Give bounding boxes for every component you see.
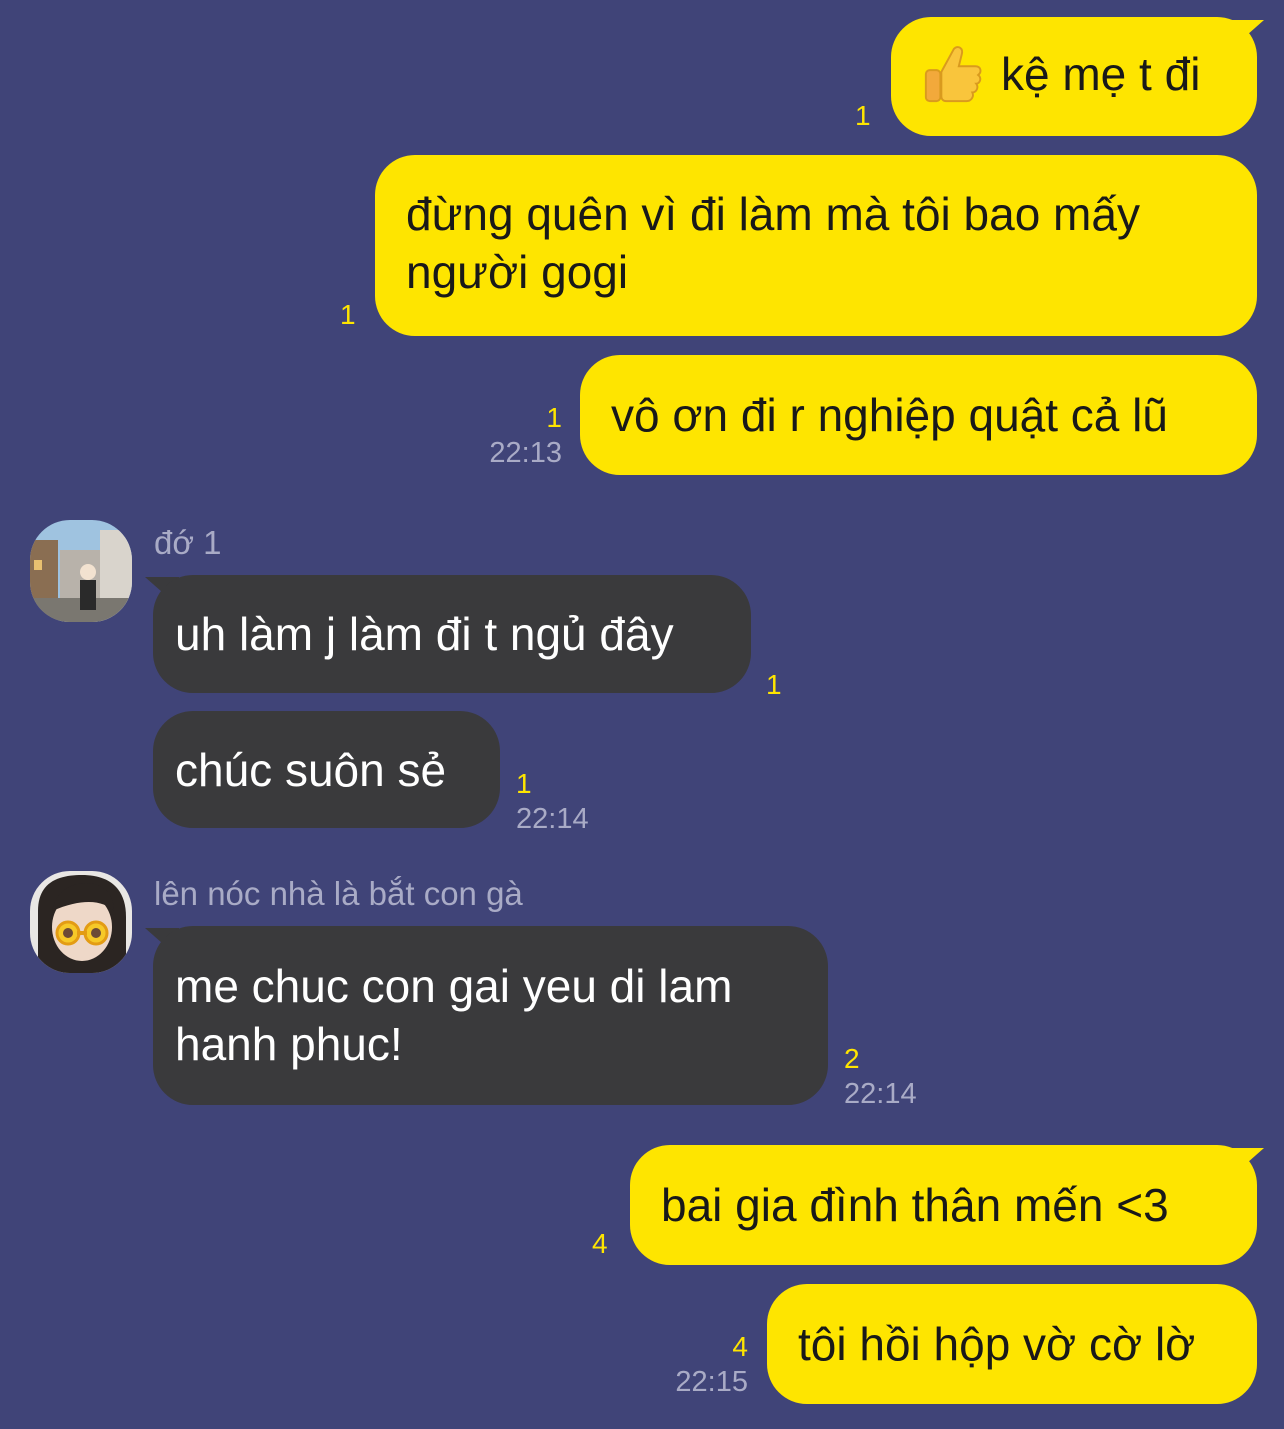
timestamp: 22:15: [675, 1366, 748, 1398]
message-text: bai gia đình thân mến <3: [661, 1179, 1169, 1231]
sender-name: lên nóc nhà là bắt con gà: [154, 875, 523, 912]
unread-count: 1: [766, 669, 782, 700]
unread-count: 4: [732, 1331, 748, 1362]
sender-name: đớ 1: [154, 524, 222, 561]
timestamp: 22:14: [516, 803, 589, 835]
message-bubble[interactable]: vô ơn đi r nghiệp quật cả lũ: [580, 355, 1257, 475]
unread-count: 2: [844, 1043, 860, 1074]
unread-count: 1: [546, 402, 562, 433]
unread-count: 1: [340, 299, 356, 330]
message-text: đừng quên vì đi làm mà tôi bao mấy người…: [406, 188, 1140, 298]
message-bubble[interactable]: bai gia đình thân mến <3: [630, 1145, 1257, 1265]
timestamp: 22:14: [844, 1078, 917, 1110]
message-bubble[interactable]: kệ mẹ t đi: [891, 17, 1257, 136]
message-bubble[interactable]: uh làm j làm đi t ngủ đây: [153, 575, 751, 693]
message-bubble[interactable]: chúc suôn sẻ: [153, 711, 500, 828]
message-bubble[interactable]: đừng quên vì đi làm mà tôi bao mấy người…: [375, 155, 1257, 336]
message-text: tôi hồi hộp vờ cờ lờ: [798, 1318, 1196, 1370]
avatar[interactable]: [30, 871, 132, 973]
avatar-photo-icon: [30, 871, 132, 973]
avatar[interactable]: [30, 520, 132, 622]
thumbs-up-icon: [924, 46, 982, 102]
message-text: me chuc con gai yeu di lam hanh phuc!: [175, 960, 733, 1070]
timestamp: 22:13: [489, 437, 562, 469]
unread-count: 1: [855, 100, 871, 131]
message-bubble[interactable]: tôi hồi hộp vờ cờ lờ: [767, 1284, 1257, 1404]
unread-count: 1: [516, 768, 532, 799]
message-text: chúc suôn sẻ: [175, 744, 447, 796]
message-bubble[interactable]: me chuc con gai yeu di lam hanh phuc!: [153, 926, 828, 1105]
message-text: vô ơn đi r nghiệp quật cả lũ: [611, 389, 1168, 441]
message-text: uh làm j làm đi t ngủ đây: [175, 608, 674, 660]
message-text: kệ mẹ t đi: [1001, 48, 1201, 100]
unread-count: 4: [592, 1228, 608, 1259]
avatar-photo-icon: [30, 520, 132, 622]
